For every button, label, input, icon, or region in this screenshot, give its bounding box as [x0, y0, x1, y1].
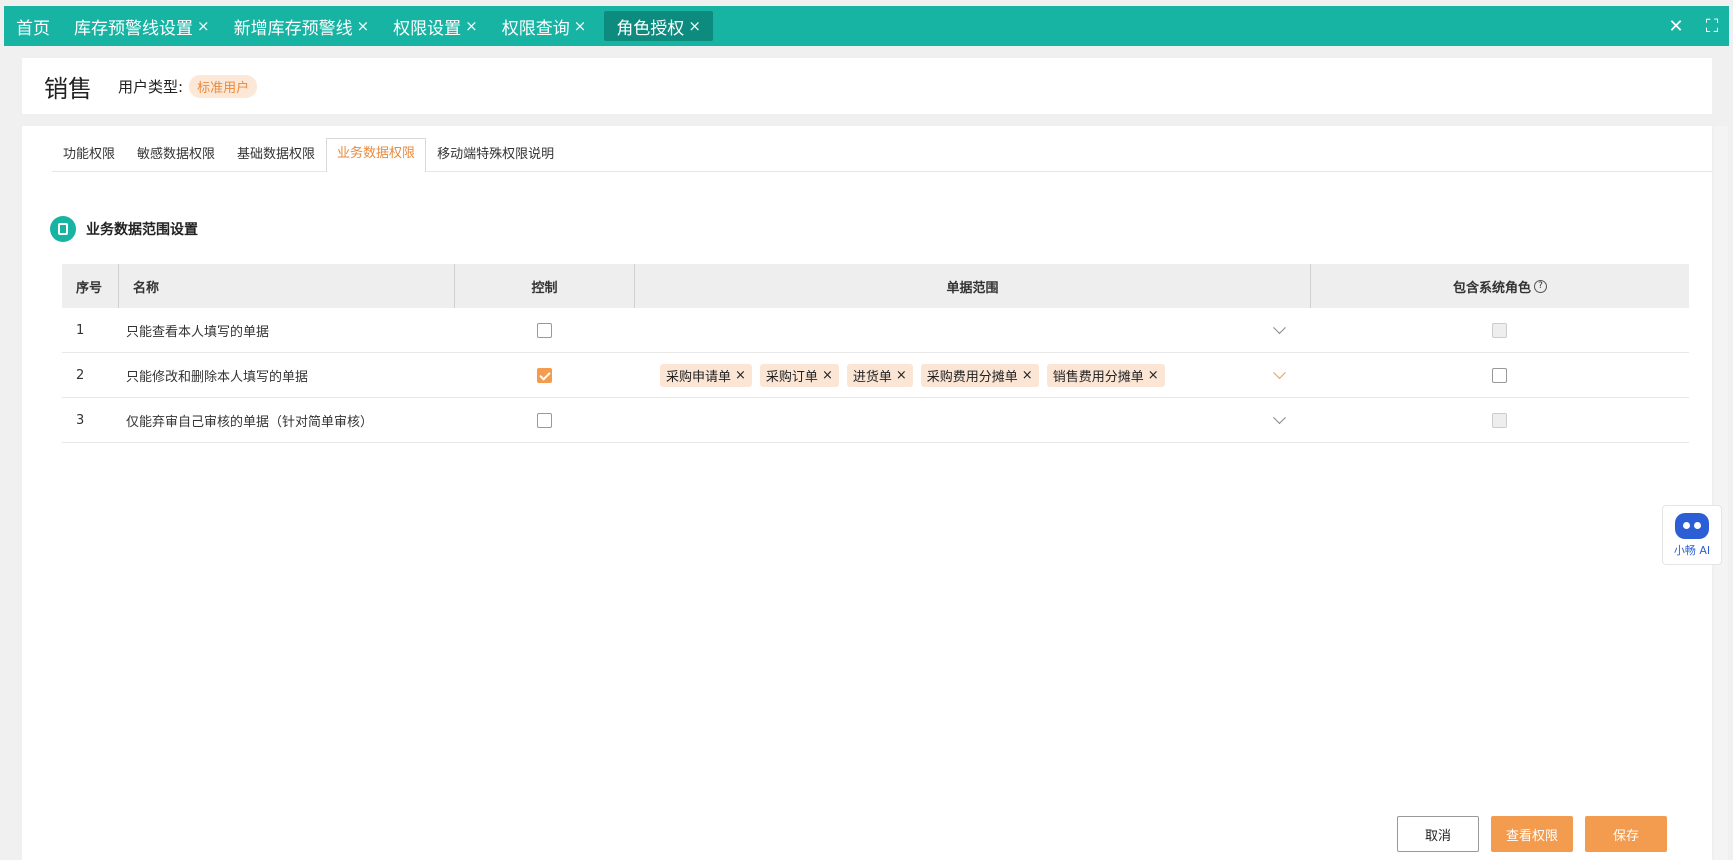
tab-permission-query[interactable]: 权限查询 × [490, 11, 599, 41]
section-title: 业务数据范围设置 [86, 222, 198, 238]
section-header: 业务数据范围设置 [50, 216, 198, 242]
tab-inventory-warning-settings[interactable]: 库存预警线设置 × [62, 11, 222, 41]
tab-new-inventory-warning[interactable]: 新增库存预警线 × [222, 11, 382, 41]
range-tag: 销售费用分摊单 × [1046, 363, 1165, 387]
col-name: 名称 [118, 264, 454, 308]
tab-close-icon[interactable]: × [197, 17, 210, 35]
range-tag: 进货单 × [846, 363, 913, 387]
tab-home[interactable]: 首页 [4, 11, 62, 41]
footer-actions: 取消 查看权限 保存 [1396, 816, 1667, 852]
tab-close-icon[interactable]: × [574, 17, 587, 35]
window-controls: ✕ ⛶ [1667, 6, 1721, 46]
close-icon[interactable]: ✕ [1667, 16, 1685, 37]
save-button[interactable]: 保存 [1585, 816, 1667, 852]
help-icon[interactable]: ? [1534, 279, 1547, 293]
role-title: 销售 [44, 74, 92, 103]
fullscreen-icon[interactable]: ⛶ [1703, 16, 1721, 37]
range-tag: 采购费用分摊单 × [920, 363, 1039, 387]
table-row: 1 只能查看本人填写的单据 [62, 308, 1689, 353]
tab-close-icon[interactable]: × [465, 17, 478, 35]
row-no: 3 [76, 412, 85, 428]
tab-permission-settings[interactable]: 权限设置 × [381, 11, 490, 41]
user-type-badge: 标准用户 [189, 74, 258, 98]
range-tag: 采购订单 × [759, 363, 839, 387]
permission-panel: 功能权限 敏感数据权限 基础数据权限 业务数据权限 移动端特殊权限说明 业务数据… [22, 126, 1712, 860]
control-checkbox[interactable] [536, 322, 552, 338]
tab-strip: 首页 库存预警线设置 × 新增库存预警线 × 权限设置 × 权限查询 × 角色授权 × ✕… [4, 6, 1729, 46]
ai-assistant-label: 小畅 AI [1673, 543, 1711, 557]
tab-business-data-permissions[interactable]: 业务数据权限 [326, 138, 427, 172]
range-tag: 采购申请单 × [660, 363, 752, 387]
user-type-label: 用户类型: [118, 77, 184, 96]
col-control: 控制 [454, 264, 634, 308]
row-no: 1 [76, 322, 85, 338]
cancel-button[interactable]: 取消 [1396, 816, 1479, 852]
system-role-checkbox[interactable] [1492, 367, 1507, 383]
row-name: 仅能弃审自己审核的单据（针对简单审核） [126, 414, 374, 430]
tab-close-icon[interactable]: × [688, 17, 701, 35]
remove-tag-icon[interactable]: × [822, 368, 833, 383]
tab-basic-data-permissions[interactable]: 基础数据权限 [226, 139, 326, 171]
tab-close-icon[interactable]: × [357, 17, 370, 35]
remove-tag-icon[interactable]: × [896, 368, 907, 383]
ai-assistant-button[interactable]: 小畅 AI [1662, 505, 1722, 565]
remove-tag-icon[interactable]: × [1022, 368, 1033, 383]
business-data-table: 序号 名称 控制 单据范围 包含系统角色? 1 只能查看本人填写的单据 2 只能… [62, 264, 1689, 443]
row-name: 只能修改和删除本人填写的单据 [126, 369, 309, 385]
control-checkbox[interactable] [536, 367, 552, 383]
table-header: 序号 名称 控制 单据范围 包含系统角色? [62, 264, 1689, 308]
table-row: 3 仅能弃审自己审核的单据（针对简单审核） [62, 398, 1689, 443]
chevron-down-icon[interactable] [1273, 411, 1286, 425]
range-select[interactable] [634, 398, 1310, 442]
system-role-checkbox [1492, 322, 1507, 338]
role-header: 销售 用户类型: 标准用户 [22, 58, 1712, 114]
robot-icon [1675, 512, 1709, 539]
remove-tag-icon[interactable]: × [735, 368, 746, 383]
row-name: 只能查看本人填写的单据 [126, 324, 270, 340]
chevron-down-icon[interactable] [1273, 366, 1286, 380]
document-icon [50, 216, 76, 242]
control-checkbox[interactable] [536, 412, 552, 428]
remove-tag-icon[interactable]: × [1148, 368, 1159, 383]
range-select[interactable] [634, 308, 1310, 352]
system-role-checkbox [1492, 412, 1507, 428]
col-system-role: 包含系统角色? [1310, 264, 1689, 308]
col-no: 序号 [76, 280, 103, 296]
permission-tabs: 功能权限 敏感数据权限 基础数据权限 业务数据权限 移动端特殊权限说明 [52, 138, 1712, 172]
range-select[interactable]: 采购申请单 × 采购订单 × 进货单 × 采购费用分摊单 × 销售费用分摊单 × [634, 353, 1310, 397]
view-permissions-button[interactable]: 查看权限 [1490, 816, 1573, 852]
top-bar: 首页 库存预警线设置 × 新增库存预警线 × 权限设置 × 权限查询 × 角色授权 × ✕… [0, 0, 1733, 55]
tab-function-permissions[interactable]: 功能权限 [52, 139, 126, 171]
scrollbar[interactable] [1714, 126, 1728, 860]
table-row: 2 只能修改和删除本人填写的单据 采购申请单 × 采购订单 × 进货单 × 采购费用分… [62, 353, 1689, 398]
tab-sensitive-data-permissions[interactable]: 敏感数据权限 [126, 139, 226, 171]
row-no: 2 [76, 367, 85, 383]
chevron-down-icon[interactable] [1273, 321, 1286, 335]
col-range: 单据范围 [634, 264, 1310, 308]
tab-mobile-special-permissions[interactable]: 移动端特殊权限说明 [426, 139, 565, 171]
tab-role-authorization[interactable]: 角色授权 × [604, 11, 713, 41]
